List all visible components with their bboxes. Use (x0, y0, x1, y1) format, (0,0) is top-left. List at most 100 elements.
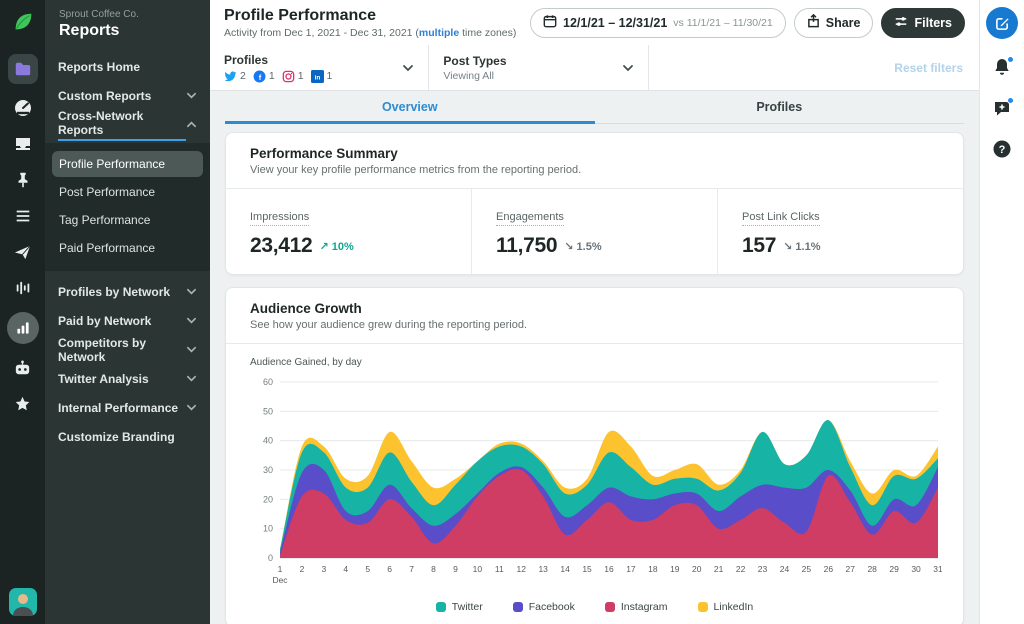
svg-text:2: 2 (300, 564, 305, 574)
metric-change: ↘ 1.5% (564, 240, 602, 253)
svg-text:17: 17 (626, 564, 636, 574)
post-types-filter-value: Viewing All (443, 69, 494, 82)
summary-title: Performance Summary (250, 146, 398, 161)
svg-text:30: 30 (263, 465, 273, 475)
chevron-up-icon (186, 119, 197, 130)
svg-text:21: 21 (714, 564, 724, 574)
share-button[interactable]: Share (793, 7, 874, 38)
chevron-down-icon (186, 402, 197, 413)
tab-profiles[interactable]: Profiles (595, 91, 965, 124)
sidebar-item-reports-home[interactable]: Reports Home (45, 52, 210, 81)
main-panel: Profile Performance Activity from Dec 1,… (210, 0, 979, 624)
legend-linkedin[interactable]: LinkedIn (697, 601, 753, 613)
svg-text:11: 11 (495, 564, 504, 574)
legend-twitter[interactable]: Twitter (435, 601, 483, 613)
sprout-logo-icon[interactable] (11, 10, 35, 34)
sidebar-item-custom-reports[interactable]: Custom Reports (45, 81, 210, 110)
svg-text:22: 22 (736, 564, 746, 574)
help-icon[interactable]: ? (992, 139, 1012, 164)
notification-dot (1007, 56, 1014, 63)
reports-folder-icon[interactable] (7, 54, 38, 84)
user-avatar[interactable] (8, 588, 37, 616)
metric-change: ↗ 10% (319, 240, 354, 253)
metric-value: 23,412 (250, 234, 313, 257)
metric-label[interactable]: Impressions (250, 211, 310, 226)
svg-text:?: ? (999, 144, 1006, 156)
metric-label[interactable]: Post Link Clicks (742, 211, 820, 226)
robot-icon[interactable] (11, 356, 35, 380)
sidebar-title: Reports (59, 22, 120, 39)
pin-icon[interactable] (11, 168, 35, 192)
inbox-icon[interactable] (11, 132, 35, 156)
metric-engagements: Engagements 11,750 ↘ 1.5% (471, 189, 717, 274)
post-types-filter-label: Post Types (443, 53, 507, 68)
summary-subtitle: View your key profile performance metric… (250, 164, 582, 176)
sidebar-item-competitors-by-network[interactable]: Competitors by Network (45, 335, 210, 364)
svg-text:16: 16 (604, 564, 614, 574)
twitter-icon (224, 70, 237, 83)
legend-swatch (697, 602, 708, 612)
compose-button[interactable] (986, 7, 1018, 39)
filters-label: Filters (914, 15, 952, 30)
sidebar-item-post-performance[interactable]: Post Performance (45, 178, 210, 206)
svg-text:9: 9 (453, 564, 458, 574)
report-tabs: Overview Profiles (225, 91, 964, 124)
chevron-down-icon (186, 286, 197, 297)
linkedin-icon: in (310, 69, 324, 83)
svg-text:23: 23 (758, 564, 768, 574)
svg-text:28: 28 (867, 564, 877, 574)
audience-growth-chart: 01020304050601 2 3 4 5 6 7 8 9 10 11 12 13 14 15 16 17 18… (263, 377, 943, 585)
svg-text:27: 27 (846, 564, 856, 574)
chevron-down-icon (622, 62, 634, 74)
svg-text:26: 26 (824, 564, 834, 574)
app-icon-rail (0, 0, 45, 624)
filters-icon (894, 15, 908, 31)
sidebar-item-profile-performance[interactable]: Profile Performance (52, 151, 203, 177)
star-icon[interactable] (11, 392, 35, 416)
filters-button[interactable]: Filters (881, 7, 965, 38)
legend-swatch (435, 602, 446, 612)
share-icon (807, 13, 820, 31)
sidebar-item-twitter-analysis[interactable]: Twitter Analysis (45, 364, 210, 393)
workspace-name: Sprout Coffee Co. (59, 9, 139, 20)
legend-facebook[interactable]: Facebook (512, 601, 575, 613)
gauge-icon[interactable] (11, 96, 35, 120)
metric-value: 157 (742, 234, 777, 257)
svg-text:1: 1 (278, 564, 283, 574)
send-icon[interactable] (11, 240, 35, 264)
reset-filters-link[interactable]: Reset filters (894, 61, 979, 75)
legend-instagram[interactable]: Instagram (604, 601, 668, 613)
sidebar-item-customize-branding[interactable]: Customize Branding (45, 422, 210, 451)
analytics-icon[interactable] (6, 312, 39, 344)
date-range-button[interactable]: 12/1/21 – 12/31/21 vs 11/1/21 – 11/30/21 (530, 7, 786, 38)
multiple-timezones-link[interactable]: multiple (419, 27, 459, 39)
sidebar-item-paid-performance[interactable]: Paid Performance (45, 234, 210, 262)
linkedin-profile-count: in 1 (310, 69, 332, 83)
notifications-icon[interactable] (992, 56, 1014, 82)
feedback-icon[interactable] (992, 97, 1014, 123)
chevron-down-icon (186, 315, 197, 326)
audience-growth-card: Audience Growth See how your audience gr… (225, 287, 964, 624)
waveform-icon[interactable] (11, 276, 35, 300)
post-types-filter[interactable]: Post Types Viewing All (429, 45, 647, 90)
profiles-filter-label: Profiles (224, 52, 269, 67)
sidebar-item-cross-network-reports[interactable]: Cross-Network Reports (45, 109, 210, 141)
svg-text:29: 29 (889, 564, 899, 574)
profiles-filter[interactable]: Profiles 2 f 1 1 in 1 (210, 45, 428, 90)
svg-text:7: 7 (409, 564, 414, 574)
sidebar-item-internal-performance[interactable]: Internal Performance (45, 393, 210, 422)
svg-text:8: 8 (431, 564, 436, 574)
chevron-down-icon (186, 90, 197, 101)
sidebar-item-profiles-by-network[interactable]: Profiles by Network (45, 277, 210, 306)
sidebar-item-paid-by-network[interactable]: Paid by Network (45, 306, 210, 335)
tab-overview[interactable]: Overview (225, 91, 595, 124)
list-icon[interactable] (11, 204, 35, 228)
sidebar-item-tag-performance[interactable]: Tag Performance (45, 206, 210, 234)
svg-text:30: 30 (911, 564, 921, 574)
metric-post-link-clicks: Post Link Clicks 157 ↘ 1.1% (717, 189, 963, 274)
date-range-value: 12/1/21 – 12/31/21 (563, 15, 668, 30)
svg-text:12: 12 (517, 564, 527, 574)
performance-summary-card: Performance Summary View your key profil… (225, 132, 964, 275)
notification-dot (1007, 97, 1014, 104)
metric-label[interactable]: Engagements (496, 211, 564, 226)
